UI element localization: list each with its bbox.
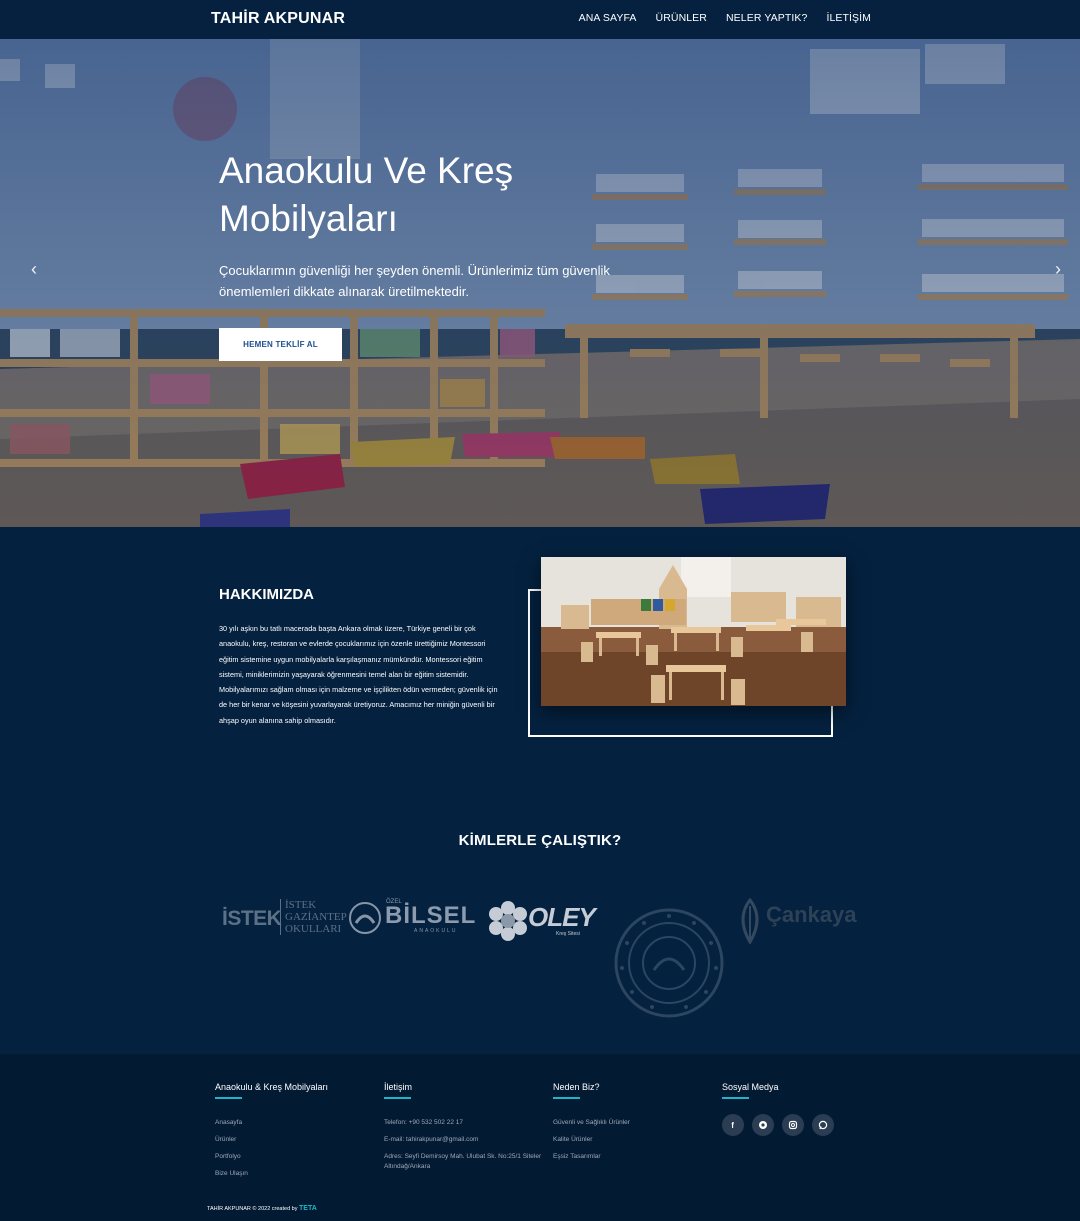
footer-email[interactable]: E-mail: tahirakpunar@gmail.com xyxy=(384,1131,544,1148)
footer-link-contact[interactable]: Bize Ulaşın xyxy=(215,1165,328,1182)
bilsel-logo-main: BİLSEL xyxy=(385,902,477,929)
facebook-icon[interactable]: f xyxy=(722,1114,744,1136)
main-menu: ANA SAYFA ÜRÜNLER NELER YAPTIK? İLETİŞİM xyxy=(560,12,871,24)
about-text: 30 yılı aşkın bu tatlı macerada başta An… xyxy=(219,624,498,725)
footer-column-brand: Anaokulu & Kreş Mobilyaları Anasayfa Ürü… xyxy=(215,1082,328,1182)
ministry-seal-logo xyxy=(614,908,724,1018)
istek-logo-line1: İSTEK xyxy=(285,899,317,911)
footer-link-home[interactable]: Anasayfa xyxy=(215,1114,328,1131)
oley-logo: OLEY Kreş Sitesi xyxy=(486,898,600,944)
whatsapp-icon[interactable] xyxy=(812,1114,834,1136)
footer-phone[interactable]: Telefon: +90 532 502 22 17 xyxy=(384,1114,544,1131)
footer-address: Adres: Seyfi Demirsoy Mah. Ulubat Sk. No… xyxy=(384,1153,542,1170)
footer-column-social: Sosyal Medya f xyxy=(722,1082,834,1136)
title-underline xyxy=(384,1097,411,1099)
title-underline xyxy=(215,1097,242,1099)
brand-logo[interactable]: TAHİR AKPUNAR xyxy=(211,10,345,28)
social-links: f xyxy=(722,1114,834,1136)
copyright: TAHİR AKPUNAR © 2022 created by TETA xyxy=(207,1205,317,1212)
nav-link-home[interactable]: ANA SAYFA xyxy=(579,12,637,24)
footer-column-title: İletişim xyxy=(384,1082,413,1092)
nav-link-products[interactable]: ÜRÜNLER xyxy=(656,12,707,24)
top-navbar: TAHİR AKPUNAR ANA SAYFA ÜRÜNLER NELER YA… xyxy=(0,0,1080,39)
get-quote-button[interactable]: HEMEN TEKLİF AL xyxy=(219,328,342,361)
flower-icon xyxy=(489,901,527,941)
copyright-text: TAHİR AKPUNAR © 2022 created by xyxy=(207,1206,298,1212)
footer-column-why-us: Neden Biz? Güvenli ve Sağlıklı Ürünler K… xyxy=(553,1082,630,1165)
bilsel-logo: ÖZEL BİLSEL ANAOKULU xyxy=(348,897,480,939)
istek-logo-line2: GAZİANTEP xyxy=(285,911,347,923)
partners-title: KİMLERLE ÇALIŞTIK? xyxy=(458,832,622,849)
bilsel-logo-sub: ANAOKULU xyxy=(414,928,458,934)
nav-link-portfolio[interactable]: NELER YAPTIK? xyxy=(726,12,807,24)
footer-column-title: Neden Biz? xyxy=(553,1082,600,1092)
svg-text:f: f xyxy=(731,1121,734,1130)
cankaya-logo-main: Çankaya xyxy=(766,902,857,927)
footer-link-products[interactable]: Ürünler xyxy=(215,1131,328,1148)
nav-link-contact[interactable]: İLETİŞİM xyxy=(826,12,871,24)
footer-feature-quality: Kalite Ürünler xyxy=(553,1136,593,1143)
chevron-right-icon[interactable]: › xyxy=(1050,257,1066,281)
footer-column-title: Sosyal Medya xyxy=(722,1082,779,1092)
pinterest-icon[interactable] xyxy=(752,1114,774,1136)
oley-logo-main: OLEY xyxy=(528,902,596,932)
footer-feature-safe: Güvenli ve Sağlıklı Ürünler xyxy=(553,1119,630,1126)
hero-subtitle: Çocuklarımın güvenliği her şeyden önemli… xyxy=(219,263,610,299)
footer-column-title: Anaokulu & Kreş Mobilyaları xyxy=(215,1082,329,1092)
bilsel-emblem-icon xyxy=(349,902,381,934)
about-title: HAKKIMIZDA xyxy=(219,586,314,603)
footer-column-contact: İletişim Telefon: +90 532 502 22 17 E-ma… xyxy=(384,1082,544,1172)
about-classroom-image xyxy=(541,557,846,706)
istek-logo-line3: OKULLARI xyxy=(285,923,342,935)
hero-title: Anaokulu Ve Kreş Mobilyaları xyxy=(219,150,514,239)
title-underline xyxy=(722,1097,749,1099)
footer-link-portfolio[interactable]: Portfolyo xyxy=(215,1148,328,1165)
oley-logo-sub: Kreş Sitesi xyxy=(556,931,580,937)
chevron-left-icon[interactable]: ‹ xyxy=(26,257,42,281)
footer-feature-design: Eşsiz Tasarımlar xyxy=(553,1153,601,1160)
instagram-icon[interactable] xyxy=(782,1114,804,1136)
istek-logo: İSTEK İSTEK GAZİANTEP OKULLARI xyxy=(222,897,350,939)
creator-link[interactable]: TETA xyxy=(299,1205,317,1212)
leaf-icon xyxy=(741,898,759,944)
istek-logo-main: İSTEK xyxy=(222,907,282,930)
cankaya-logo: Çankaya xyxy=(734,898,864,944)
title-underline xyxy=(553,1097,580,1099)
hero-slider: ‹ › Anaokulu Ve Kreş Mobilyaları Çocukla… xyxy=(0,39,1080,527)
